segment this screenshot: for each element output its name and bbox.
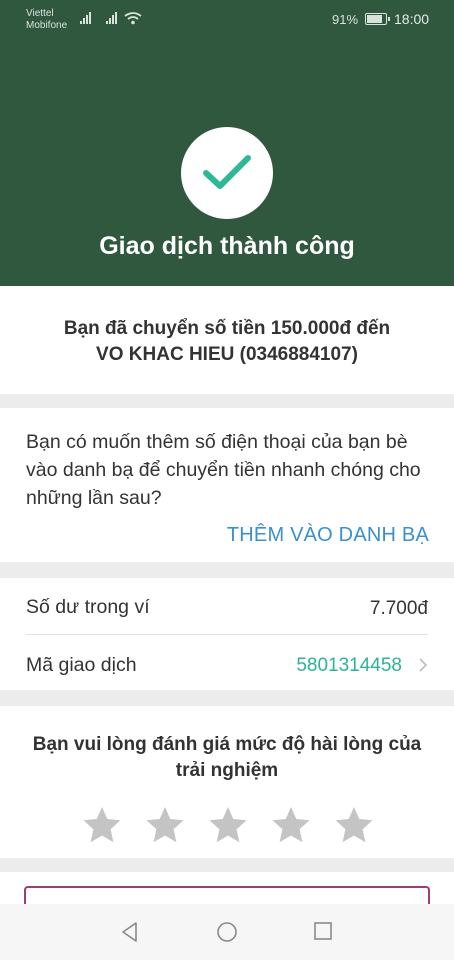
chevron-right-icon[interactable] — [418, 657, 428, 673]
star-icon-3[interactable] — [208, 805, 248, 845]
battery-level — [367, 15, 382, 23]
star-icon-1[interactable] — [82, 805, 122, 845]
rating-question: Bạn vui lòng đánh giá mức độ hài lòng củ… — [32, 734, 422, 781]
carrier-2: Mobifone — [26, 20, 68, 31]
rating-card: Bạn vui lòng đánh giá mức độ hài lòng củ… — [0, 706, 454, 858]
star-icon-4[interactable] — [271, 805, 311, 845]
transaction-details-card: Số dư trong ví 7.700đ Mã giao dịch 58013… — [0, 578, 454, 690]
clock: 18:00 — [394, 11, 430, 27]
transaction-id-value[interactable]: 5801314458 — [296, 655, 402, 677]
transfer-summary-card: Bạn đã chuyển số tiền 150.000đ đến VO KH… — [0, 286, 454, 394]
battery-percent: 91% — [332, 12, 359, 27]
signal-icon — [80, 12, 94, 24]
success-header: Viettel Mobifone 91% 18:00 Giao dịch thà… — [0, 0, 454, 286]
balance-value: 7.700đ — [369, 598, 428, 619]
signal-icon-2 — [106, 12, 120, 24]
transfer-message-line1: Bạn đã chuyển số tiền 150.000đ đến — [63, 318, 391, 339]
battery-icon — [365, 13, 390, 25]
status-bar: Viettel Mobifone 91% 18:00 — [0, 0, 454, 40]
carrier-1: Viettel — [26, 8, 54, 19]
balance-label: Số dư trong ví — [26, 596, 150, 618]
add-contact-card: Bạn có muốn thêm số điện thoại của bạn b… — [0, 408, 454, 562]
balance-row: Số dư trong ví 7.700đ — [0, 578, 454, 634]
transfer-message: Bạn đã chuyển số tiền 150.000đ đến VO KH… — [20, 316, 434, 368]
wifi-icon — [124, 12, 142, 25]
add-to-contacts-button[interactable]: THÊM VÀO DANH BẠ — [227, 524, 429, 547]
carrier-names: Viettel Mobifone — [26, 8, 67, 32]
back-triangle-icon[interactable] — [119, 921, 141, 943]
transaction-id-label: Mã giao dịch — [26, 654, 137, 676]
page-title: Giao dịch thành công — [99, 232, 355, 260]
star-rating[interactable] — [82, 805, 374, 847]
transfer-message-line2: VO KHAC HIEU (0346884107) — [96, 344, 358, 365]
star-icon-5[interactable] — [334, 805, 374, 845]
system-navigation-bar — [0, 904, 454, 960]
star-icon-2[interactable] — [145, 805, 185, 845]
home-circle-icon[interactable] — [216, 921, 238, 943]
success-badge — [181, 127, 273, 219]
recents-square-icon[interactable] — [313, 921, 333, 941]
checkmark-icon — [203, 155, 251, 189]
divider — [26, 634, 428, 635]
add-contact-question: Bạn có muốn thêm số điện thoại của bạn b… — [26, 431, 421, 509]
